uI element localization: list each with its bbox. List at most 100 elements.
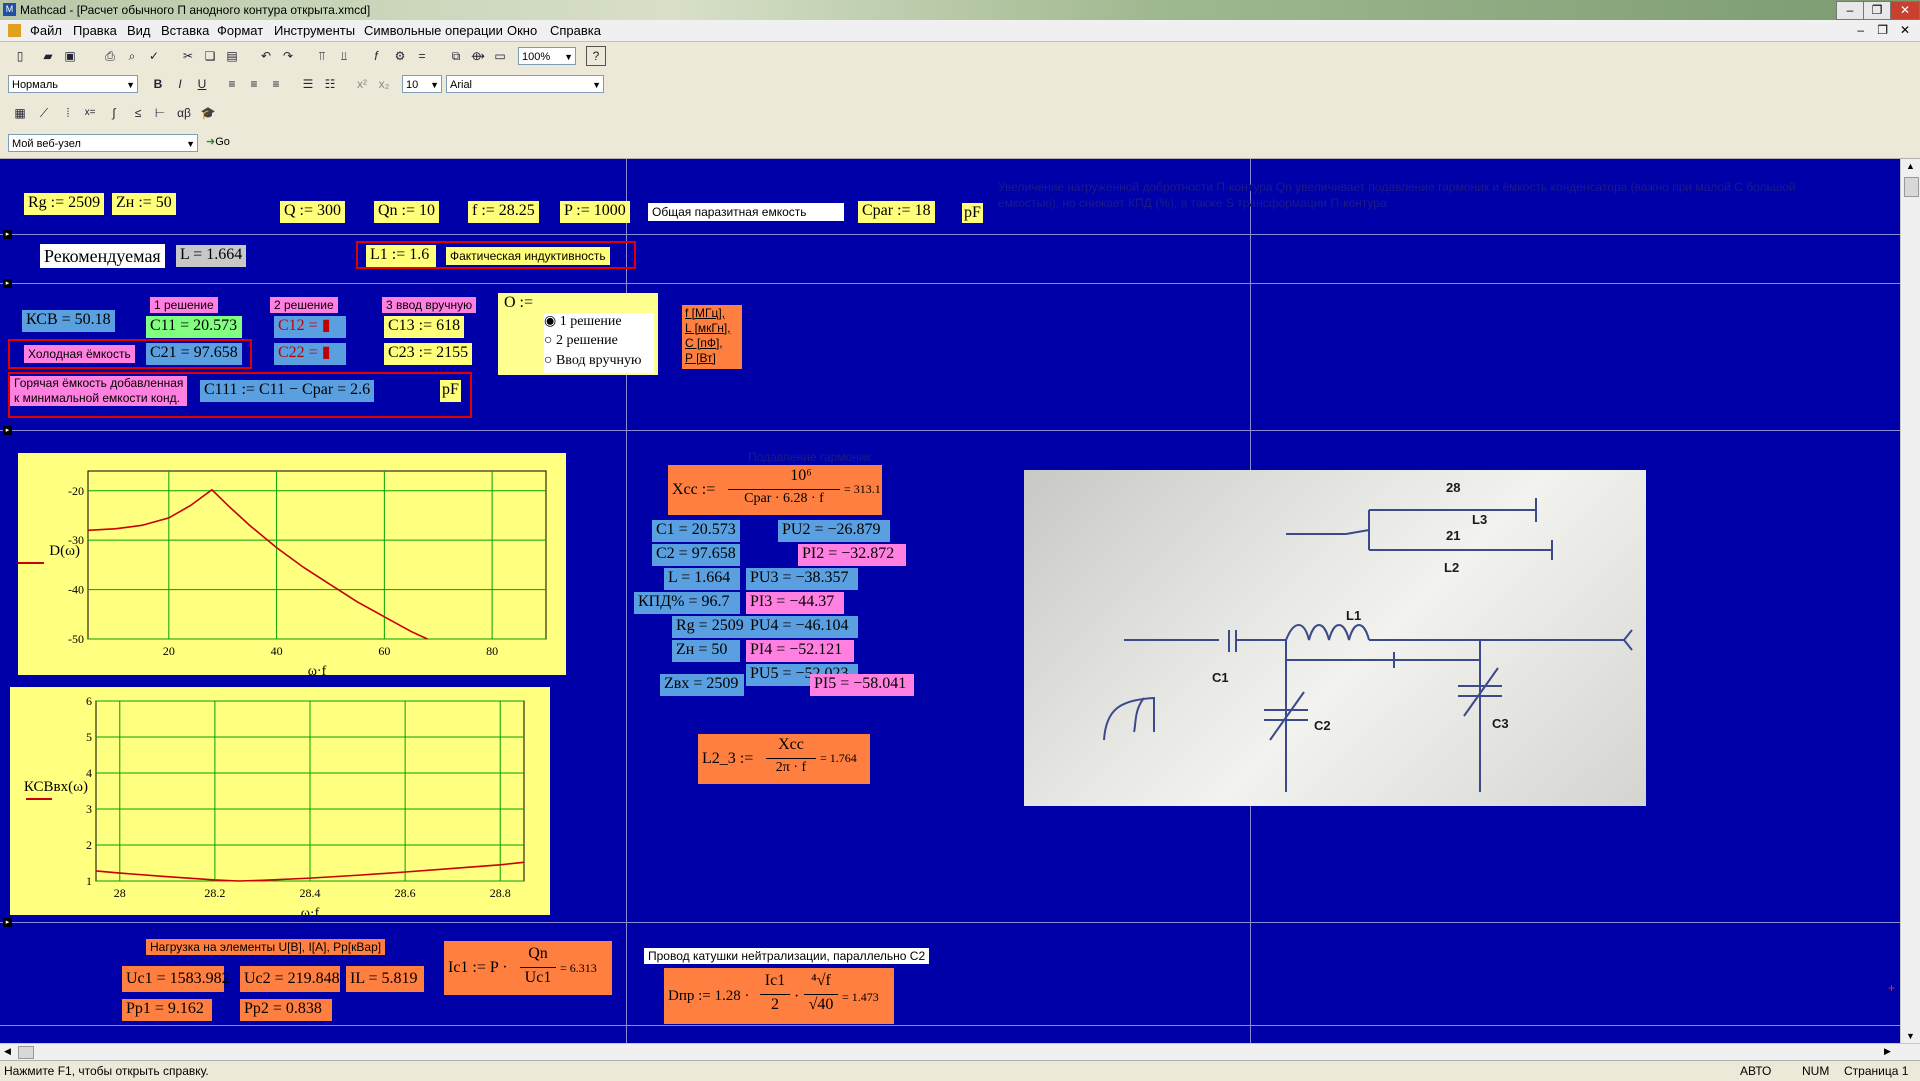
spell-check-icon[interactable]: ✓	[144, 46, 164, 66]
page-break-vertical	[626, 159, 627, 1043]
l1-input[interactable]: L1 := 1.6	[366, 245, 436, 267]
help-icon[interactable]: ?	[586, 46, 606, 66]
bold-icon[interactable]: B	[148, 74, 168, 94]
ksv-omega-plot[interactable]: 28 28.2 28.4 28.6 28.8 1 2 3 4 5 6 ω·f КСВвх(ω)	[10, 687, 550, 921]
new-icon[interactable]: ▯	[10, 46, 30, 66]
align-top-icon[interactable]: ⫪	[312, 46, 332, 66]
pi4-result: PI4 = −52.121	[746, 640, 854, 662]
resource-center-icon[interactable]: ⟴	[468, 46, 488, 66]
o-label: O :=	[504, 294, 534, 311]
minimize-button[interactable]: –	[1836, 1, 1864, 20]
calculate-icon[interactable]: =	[412, 46, 432, 66]
doc-minimize-button[interactable]: –	[1857, 23, 1864, 37]
radio-manual[interactable]: ○ Ввод вручную	[544, 353, 654, 373]
align-left-icon[interactable]: ≡	[222, 74, 242, 94]
style-select[interactable]: Нормаль ▼	[8, 75, 138, 93]
close-button[interactable]: ✕	[1890, 1, 1920, 20]
align-center-icon[interactable]: ≡	[244, 74, 264, 94]
restore-button[interactable]: ❐	[1863, 1, 1891, 20]
menu-window[interactable]: Окно	[507, 23, 537, 38]
symbolic-icon[interactable]: 🎓	[198, 103, 218, 123]
graph-icon[interactable]: ⟋	[34, 103, 54, 123]
doc-close-button[interactable]: ✕	[1900, 23, 1910, 37]
y-axis-label: КСВвх(ω)	[24, 779, 88, 795]
zn-input[interactable]: Zн := 50	[112, 193, 176, 215]
menu-symbolics[interactable]: Символьные операции	[364, 23, 503, 38]
x-tick-label: 28.8	[490, 886, 511, 900]
calculator-icon[interactable]: ▦	[10, 103, 30, 123]
insert-unit-icon[interactable]: ⚙	[390, 46, 410, 66]
menu-insert[interactable]: Вставка	[161, 23, 209, 38]
copy-icon[interactable]: ❏	[200, 46, 220, 66]
scroll-down-icon[interactable]: ▼	[1906, 1031, 1915, 1041]
undo-icon[interactable]: ↶	[256, 46, 276, 66]
scroll-up-icon[interactable]: ▲	[1906, 161, 1915, 171]
d-omega-plot[interactable]: 20 40 60 80 -20 -30 -40 -50 ω·f D(ω)	[18, 453, 566, 679]
radio-solution1[interactable]: ◉ 1 решение	[544, 313, 654, 333]
y-tick-label: -20	[68, 484, 84, 498]
underline-icon[interactable]: U	[192, 74, 212, 94]
rg-result: Rg = 2509	[672, 616, 748, 638]
paste-icon[interactable]: ▤	[222, 46, 242, 66]
p-input[interactable]: P := 1000	[560, 201, 630, 223]
font-size-select[interactable]: 10 ▼	[402, 75, 442, 93]
web-select[interactable]: Мой веб-узел ▼	[8, 134, 198, 152]
qn-input[interactable]: Qn := 10	[374, 201, 440, 223]
greek-icon[interactable]: αβ	[174, 103, 194, 123]
photo-label-c1: C1	[1212, 670, 1229, 685]
open-icon[interactable]: ▰	[38, 46, 58, 66]
area-marker-icon[interactable]: ▸	[3, 426, 12, 435]
menu-edit[interactable]: Правка	[73, 23, 117, 38]
boolean-icon[interactable]: ≤	[128, 103, 148, 123]
doc-restore-button[interactable]: ❐	[1877, 23, 1888, 37]
go-button[interactable]: ➜Go	[206, 135, 230, 148]
photo-label-c3: C3	[1492, 716, 1509, 731]
scroll-left-icon[interactable]: ◀	[4, 1046, 11, 1057]
q-input[interactable]: Q := 300	[280, 201, 346, 223]
italic-icon[interactable]: I	[170, 74, 190, 94]
font-select[interactable]: Arial ▼	[446, 75, 604, 93]
programming-icon[interactable]: ⊢	[150, 103, 170, 123]
subscript-icon[interactable]: x₂	[374, 74, 394, 94]
hot-label: Горячая ёмкость добавленная к минимальной…	[10, 376, 188, 406]
menu-view[interactable]: Вид	[127, 23, 151, 38]
align-right-icon[interactable]: ≡	[266, 74, 286, 94]
horizontal-scrollbar[interactable]: ◀ ▶	[0, 1043, 1920, 1061]
window-icon[interactable]: ▭	[490, 46, 510, 66]
align-across-icon[interactable]: ⫫	[334, 46, 354, 66]
vertical-scroll-thumb[interactable]	[1904, 177, 1919, 197]
area-marker-icon[interactable]: ▸	[3, 230, 12, 239]
print-preview-icon[interactable]: ⌕	[122, 46, 142, 66]
cpar-input[interactable]: Cpar := 18	[858, 201, 935, 223]
rg-input[interactable]: Rg := 2509	[24, 193, 105, 215]
insert-function-icon[interactable]: f	[366, 46, 386, 66]
c23-input[interactable]: C23 := 2155	[384, 343, 473, 365]
area-marker-icon[interactable]: ▸	[3, 918, 12, 927]
evaluation-icon[interactable]: x=	[80, 103, 100, 123]
horizontal-scroll-thumb[interactable]	[18, 1046, 34, 1059]
photo-label-l3: L3	[1472, 512, 1487, 527]
area-marker-icon[interactable]: ▸	[3, 279, 12, 288]
insert-component-icon[interactable]: ⧉	[446, 46, 466, 66]
menu-file[interactable]: Файл	[30, 23, 62, 38]
c13-input[interactable]: C13 := 618	[384, 316, 465, 338]
menu-format[interactable]: Формат	[217, 23, 263, 38]
superscript-icon[interactable]: x²	[352, 74, 372, 94]
matrix-icon[interactable]: ⦙	[58, 103, 78, 123]
save-icon[interactable]: ▣	[60, 46, 80, 66]
radio-solution2[interactable]: ○ 2 решение	[544, 333, 654, 353]
formatting-toolbar: Нормаль ▼ B I U ≡ ≡ ≡ ☰ ☷ x² x₂ 10 ▼ Arial…	[0, 70, 1920, 98]
worksheet[interactable]: ▸ ▸ ▸ ▸ Rg := 2509 Zн := 50 Q := 300 Qn …	[0, 159, 1900, 1043]
cut-icon[interactable]: ✂	[178, 46, 198, 66]
vertical-scrollbar[interactable]: ▲ ▼	[1900, 159, 1920, 1043]
zoom-select[interactable]: 100% ▼	[518, 47, 576, 65]
print-icon[interactable]: ⎙	[100, 46, 120, 66]
menu-help[interactable]: Справка	[550, 23, 601, 38]
scroll-right-icon[interactable]: ▶	[1884, 1046, 1891, 1057]
redo-icon[interactable]: ↷	[278, 46, 298, 66]
calculus-icon[interactable]: ∫	[104, 103, 124, 123]
f-input[interactable]: f := 28.25	[468, 201, 539, 223]
bullets-icon[interactable]: ☰	[298, 74, 318, 94]
numbering-icon[interactable]: ☷	[320, 74, 340, 94]
menu-tools[interactable]: Инструменты	[274, 23, 355, 38]
